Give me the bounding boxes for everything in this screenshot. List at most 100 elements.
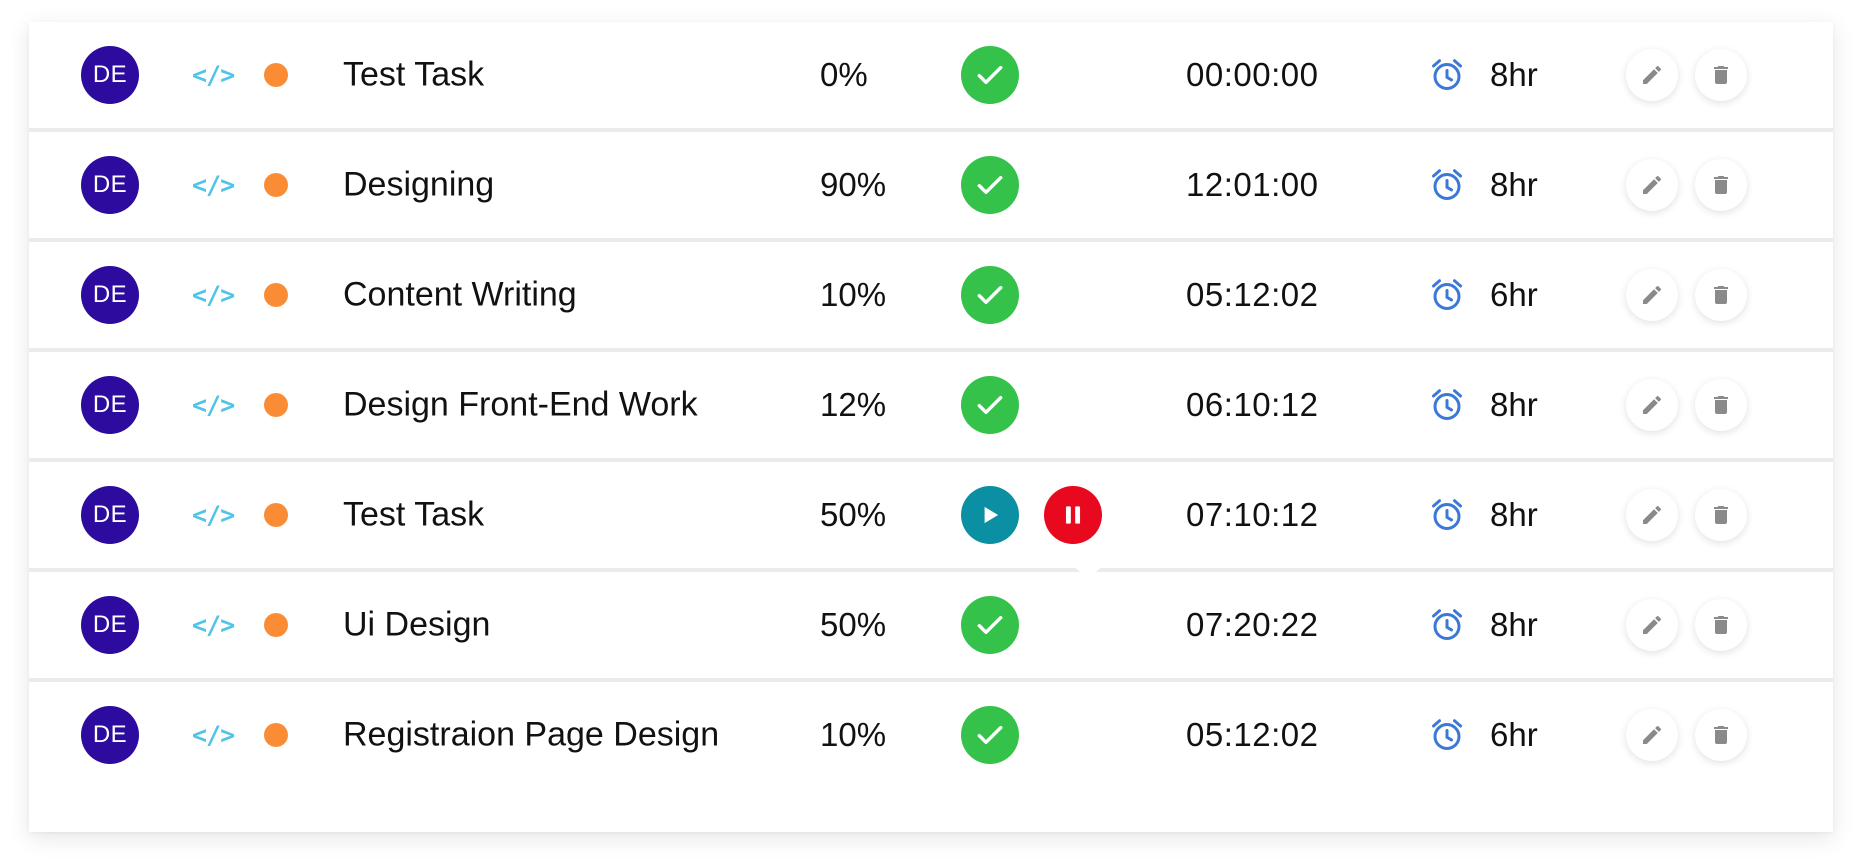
avatar[interactable]: DE	[81, 46, 139, 104]
edit-button[interactable]	[1626, 49, 1678, 101]
check-icon	[977, 615, 1003, 635]
trash-icon	[1714, 506, 1728, 524]
priority-dot	[264, 723, 288, 747]
code-icon: </>	[192, 170, 235, 200]
task-name[interactable]: Design Front-End Work	[343, 386, 698, 425]
pencil-icon	[1643, 506, 1661, 524]
trash-icon	[1714, 66, 1728, 84]
trash-icon	[1714, 396, 1728, 414]
completed-check-button[interactable]	[961, 156, 1019, 214]
task-name[interactable]: Registraion Page Design	[343, 716, 719, 755]
task-row[interactable]: DE </> Content Writing 10% 05:12:02 6hr	[29, 242, 1833, 352]
delete-button[interactable]	[1695, 269, 1747, 321]
avatar[interactable]: DE	[81, 706, 139, 764]
task-name[interactable]: Test Task	[343, 56, 484, 95]
completed-check-button[interactable]	[961, 706, 1019, 764]
edit-button[interactable]	[1626, 269, 1678, 321]
edit-button[interactable]	[1626, 709, 1678, 761]
priority-dot	[264, 503, 288, 527]
delete-button[interactable]	[1695, 489, 1747, 541]
play-button[interactable]	[961, 486, 1019, 544]
task-timer: 05:12:02	[1186, 716, 1319, 753]
task-row[interactable]: DE </> Registraion Page Design 10% 05:12…	[29, 682, 1833, 788]
check-icon	[977, 65, 1003, 85]
task-row[interactable]: DE </> Ui Design 50% 07:20:22 8hr	[29, 572, 1833, 682]
alarm-clock-icon	[1432, 59, 1462, 90]
check-icon	[977, 175, 1003, 195]
task-timer: 12:01:00	[1186, 166, 1319, 203]
task-progress: 12%	[820, 386, 887, 423]
delete-button[interactable]	[1695, 49, 1747, 101]
edit-button[interactable]	[1626, 379, 1678, 431]
task-name[interactable]: Ui Design	[343, 606, 490, 645]
completed-check-button[interactable]	[961, 266, 1019, 324]
trash-icon	[1714, 616, 1728, 634]
task-progress: 10%	[820, 276, 887, 313]
delete-button[interactable]	[1695, 709, 1747, 761]
pencil-icon	[1643, 396, 1661, 414]
alarm-clock-icon	[1432, 389, 1462, 420]
priority-dot	[264, 393, 288, 417]
task-progress: 50%	[820, 606, 887, 643]
pause-icon	[1065, 506, 1081, 524]
avatar[interactable]: DE	[81, 376, 139, 434]
trash-icon	[1714, 286, 1728, 304]
task-row[interactable]: DE </> Designing 90% 12:01:00 8hr	[29, 132, 1833, 242]
alarm-clock-icon	[1432, 719, 1462, 750]
task-row[interactable]: DE </> Design Front-End Work 12% 06:10:1…	[29, 352, 1833, 462]
alarm-clock-icon	[1432, 169, 1462, 200]
avatar[interactable]: DE	[81, 156, 139, 214]
estimated-hours: 8hr	[1490, 386, 1538, 423]
pause-button[interactable]	[1044, 486, 1102, 544]
delete-button[interactable]	[1695, 159, 1747, 211]
avatar[interactable]: DE	[81, 486, 139, 544]
task-name[interactable]: Content Writing	[343, 276, 577, 315]
alarm-clock-icon	[1432, 609, 1462, 640]
estimated-hours: 6hr	[1490, 276, 1538, 313]
estimated-hours: 8hr	[1490, 166, 1538, 203]
edit-button[interactable]	[1626, 599, 1678, 651]
estimated-hours: 8hr	[1490, 56, 1538, 93]
task-name[interactable]: Test Task	[343, 496, 484, 535]
delete-button[interactable]	[1695, 599, 1747, 651]
task-timer: 06:10:12	[1186, 386, 1319, 423]
task-timer: 07:10:12	[1186, 496, 1319, 533]
task-timer: 00:00:00	[1186, 56, 1319, 93]
play-icon	[984, 506, 999, 524]
avatar[interactable]: DE	[81, 266, 139, 324]
task-row[interactable]: DE </> Test Task 0% 00:00:00 8hr	[29, 22, 1833, 132]
completed-check-button[interactable]	[961, 46, 1019, 104]
tooltip-pointer	[1076, 568, 1100, 580]
pencil-icon	[1643, 176, 1661, 194]
task-timer: 05:12:02	[1186, 276, 1319, 313]
edit-button[interactable]	[1626, 159, 1678, 211]
code-icon: </>	[192, 720, 235, 750]
check-icon	[977, 395, 1003, 415]
task-list: DE </> Test Task 0% 00:00:00 8hr DE </> …	[29, 22, 1833, 832]
edit-button[interactable]	[1626, 489, 1678, 541]
task-progress: 10%	[820, 716, 887, 753]
code-icon: </>	[192, 280, 235, 310]
completed-check-button[interactable]	[961, 596, 1019, 654]
task-timer: 07:20:22	[1186, 606, 1319, 643]
priority-dot	[264, 283, 288, 307]
completed-check-button[interactable]	[961, 376, 1019, 434]
priority-dot	[264, 613, 288, 637]
trash-icon	[1714, 176, 1728, 194]
trash-icon	[1714, 726, 1728, 744]
task-name[interactable]: Designing	[343, 166, 494, 205]
pencil-icon	[1643, 286, 1661, 304]
pencil-icon	[1643, 66, 1661, 84]
priority-dot	[264, 63, 288, 87]
avatar[interactable]: DE	[81, 596, 139, 654]
task-progress: 0%	[820, 56, 868, 93]
delete-button[interactable]	[1695, 379, 1747, 431]
estimated-hours: 8hr	[1490, 496, 1538, 533]
check-icon	[977, 725, 1003, 745]
task-row[interactable]: DE </> Test Task 50% 07:10:12 8hr	[29, 462, 1833, 580]
code-icon: </>	[192, 60, 235, 90]
alarm-clock-icon	[1432, 279, 1462, 310]
code-icon: </>	[192, 390, 235, 420]
pencil-icon	[1643, 726, 1661, 744]
check-icon	[977, 285, 1003, 305]
